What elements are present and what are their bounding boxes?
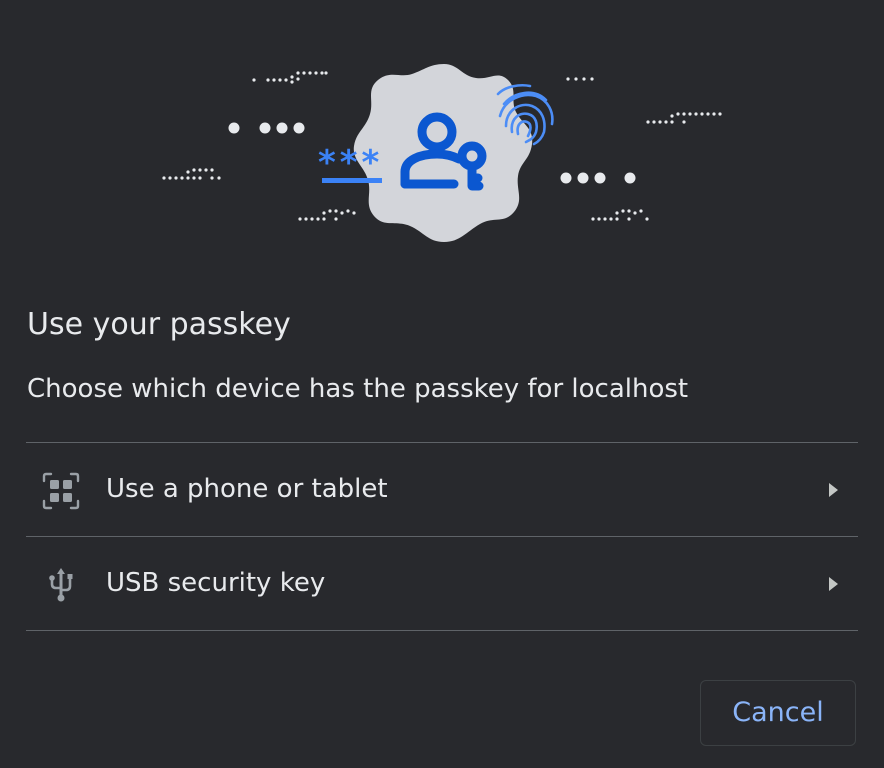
passkey-illustration: ***: [162, 64, 722, 242]
chevron-right-icon: [829, 577, 838, 591]
option-phone-or-tablet[interactable]: Use a phone or tablet: [26, 443, 858, 537]
usb-icon: [49, 568, 73, 602]
password-mask-text: ***: [318, 143, 383, 183]
option-label: Use a phone or tablet: [106, 474, 388, 504]
dialog-subtitle: Choose which device has the passkey for …: [27, 374, 689, 404]
chevron-right-icon: [829, 483, 838, 497]
dialog-title: Use your passkey: [27, 307, 291, 342]
password-underline: [322, 178, 382, 183]
option-label: USB security key: [106, 568, 326, 598]
cancel-button[interactable]: Cancel: [700, 680, 856, 746]
option-usb-security-key[interactable]: USB security key: [26, 537, 858, 631]
device-options-list: Use a phone or tablet USB security key: [26, 442, 858, 631]
passkey-dialog: *** Use your passkey Choose which device…: [0, 0, 884, 768]
qr-code-icon: [42, 472, 80, 510]
